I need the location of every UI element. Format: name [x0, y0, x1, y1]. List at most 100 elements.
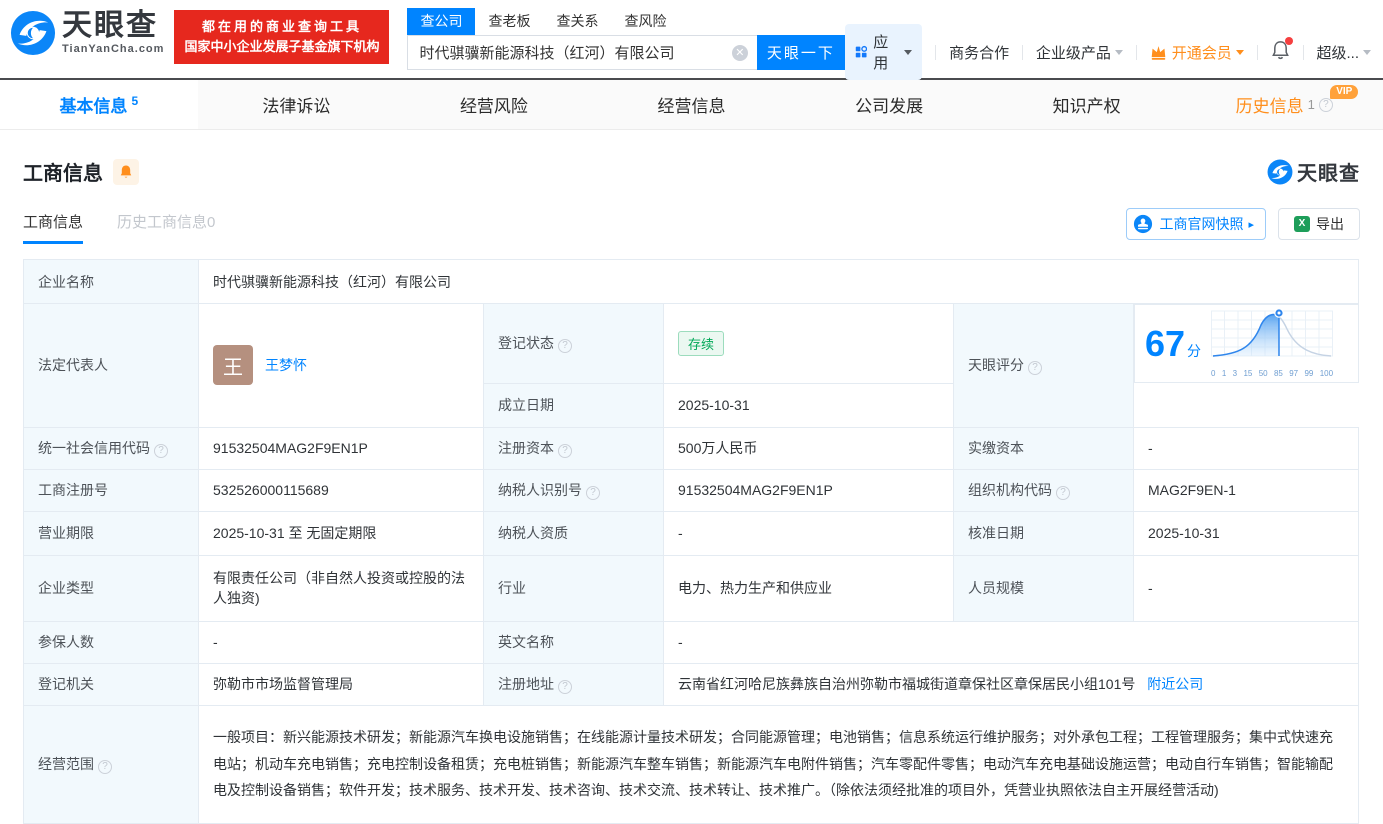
excel-icon: X	[1294, 216, 1310, 232]
subtab-business-info[interactable]: 工商信息	[23, 211, 83, 244]
nav-super-member[interactable]: 超级...	[1316, 42, 1371, 63]
tab-history-info[interactable]: VIP 历史信息 1 ?	[1185, 80, 1383, 129]
reg-capital-label-text: 注册资本	[498, 440, 554, 456]
insured-label: 参保人数	[24, 621, 199, 663]
address-help-icon[interactable]: ?	[558, 680, 572, 694]
official-snapshot-button[interactable]: 工商官网快照 ▸	[1126, 208, 1266, 240]
staff-size-value: -	[1134, 555, 1359, 621]
tab-legal-litigation[interactable]: 法律诉讼	[198, 80, 396, 129]
snapshot-label: 工商官网快照	[1159, 214, 1243, 234]
paid-capital-value: -	[1134, 427, 1359, 469]
reg-number-label: 工商注册号	[24, 469, 199, 511]
english-name-value: -	[664, 621, 1359, 663]
orange-bell-icon	[119, 164, 133, 179]
search-tab-boss[interactable]: 查老板	[475, 8, 543, 35]
nav-business-cooperation[interactable]: 商务合作	[949, 42, 1009, 63]
established-value: 2025-10-31	[664, 383, 954, 427]
search-tab-risk[interactable]: 查风险	[611, 8, 679, 35]
org-code-help-icon[interactable]: ?	[1056, 486, 1070, 500]
company-name-value: 时代骐骥新能源科技（红河）有限公司	[199, 260, 1359, 304]
tab-basic-info-label: 基本信息	[59, 92, 127, 117]
export-button[interactable]: X 导出	[1278, 208, 1360, 240]
table-row: 法定代表人 王 王梦怀 登记状态? 存续 天眼评分? 67 分	[24, 304, 1359, 384]
score-label: 天眼评分?	[954, 304, 1134, 428]
industry-value: 电力、热力生产和供应业	[664, 555, 954, 621]
company-type-value: 有限责任公司（非自然人投资或控股的法人独资)	[199, 555, 484, 621]
legal-rep-link[interactable]: 王梦怀	[265, 355, 307, 375]
subtab-history-business-info[interactable]: 历史工商信息0	[117, 211, 215, 244]
history-help-icon[interactable]: ?	[1319, 98, 1333, 112]
company-type-label: 企业类型	[24, 555, 199, 621]
clear-search-icon[interactable]: ✕	[732, 45, 748, 61]
taxpayer-id-label-text: 纳税人识别号	[498, 482, 582, 498]
nav-divider	[1136, 45, 1137, 60]
approval-date-label: 核准日期	[954, 511, 1134, 555]
uscc-label: 统一社会信用代码?	[24, 427, 199, 469]
uscc-label-text: 统一社会信用代码	[38, 440, 150, 456]
section-title: 工商信息	[23, 157, 103, 186]
business-scope-value: 一般项目：新兴能源技术研发；新能源汽车换电设施销售；在线能源计量技术研发；合同能…	[199, 705, 1359, 823]
established-label: 成立日期	[484, 383, 664, 427]
business-term-label: 营业期限	[24, 511, 199, 555]
nav-divider	[1257, 45, 1258, 60]
header-nav: 应用 商务合作 企业级产品 开通会员	[845, 24, 1371, 80]
search-tab-company[interactable]: 查公司	[407, 8, 475, 35]
apps-grid-icon	[855, 44, 867, 60]
apps-menu[interactable]: 应用	[845, 24, 922, 80]
super-member-label: 超级...	[1316, 42, 1359, 63]
tab-history-info-label: 历史信息	[1236, 92, 1304, 117]
nearby-companies-link[interactable]: 附近公司	[1147, 676, 1203, 692]
monitor-bell-button[interactable]	[113, 159, 139, 185]
tab-basic-info[interactable]: 基本信息 5	[0, 80, 198, 129]
address-label-text: 注册地址	[498, 676, 554, 692]
taxpayer-id-help-icon[interactable]: ?	[586, 486, 600, 500]
business-scope-help-icon[interactable]: ?	[98, 760, 112, 774]
cooperation-label: 商务合作	[949, 42, 1009, 63]
score-help-icon[interactable]: ?	[1028, 361, 1042, 375]
vip-caret-icon	[1236, 50, 1244, 55]
enterprise-caret-icon	[1115, 50, 1123, 55]
score-unit: 分	[1187, 341, 1201, 361]
export-label: 导出	[1316, 214, 1344, 234]
address-label: 注册地址?	[484, 663, 664, 705]
score-label-text: 天眼评分	[968, 357, 1024, 373]
tab-operation-risk[interactable]: 经营风险	[395, 80, 593, 129]
snapshot-arrow-icon: ▸	[1248, 218, 1254, 231]
table-row: 参保人数 - 英文名称 -	[24, 621, 1359, 663]
tab-operation-info[interactable]: 经营信息	[593, 80, 791, 129]
uscc-help-icon[interactable]: ?	[154, 444, 168, 458]
search-tab-relation[interactable]: 查关系	[543, 8, 611, 35]
watermark-text: 天眼查	[1297, 157, 1360, 186]
top-header: 天眼查 TianYanCha.com 都在用的商业查询工具 国家中小企业发展子基…	[0, 0, 1383, 78]
tab-company-development[interactable]: 公司发展	[790, 80, 988, 129]
reg-capital-help-icon[interactable]: ?	[558, 444, 572, 458]
tab-intellectual-property[interactable]: 知识产权	[988, 80, 1186, 129]
uscc-value: 91532504MAG2F9EN1P	[199, 427, 484, 469]
tianyancha-logo[interactable]: 天眼查 TianYanCha.com	[10, 10, 164, 56]
notifications-bell[interactable]	[1271, 40, 1290, 64]
nav-open-vip[interactable]: 开通会员	[1150, 42, 1244, 63]
vip-badge: VIP	[1330, 85, 1358, 99]
logo-name: 天眼查	[62, 11, 164, 41]
reg-status-cell: 存续	[664, 304, 954, 384]
nav-enterprise-products[interactable]: 企业级产品	[1036, 42, 1123, 63]
search-input[interactable]	[408, 36, 756, 69]
tab-basic-info-count: 5	[131, 94, 138, 108]
enterprise-label: 企业级产品	[1036, 42, 1111, 63]
industry-label: 行业	[484, 555, 664, 621]
legal-rep-avatar[interactable]: 王	[213, 345, 253, 385]
reg-status-help-icon[interactable]: ?	[558, 339, 572, 353]
search-button[interactable]: 天眼一下	[757, 35, 845, 70]
insured-value: -	[199, 621, 484, 663]
tab-operation-info-label: 经营信息	[658, 92, 726, 117]
tab-company-development-label: 公司发展	[855, 92, 923, 117]
score-cell[interactable]: 67 分	[1134, 304, 1359, 383]
org-code-value: MAG2F9EN-1	[1134, 469, 1359, 511]
org-code-label: 组织机构代码?	[954, 469, 1134, 511]
reg-authority-value: 弥勒市市场监督管理局	[199, 663, 484, 705]
reg-number-value: 532526000115689	[199, 469, 484, 511]
tab-intellectual-property-label: 知识产权	[1053, 92, 1121, 117]
open-vip-label: 开通会员	[1172, 42, 1232, 63]
taxpayer-id-value: 91532504MAG2F9EN1P	[664, 469, 954, 511]
score-value: 67	[1145, 326, 1185, 362]
